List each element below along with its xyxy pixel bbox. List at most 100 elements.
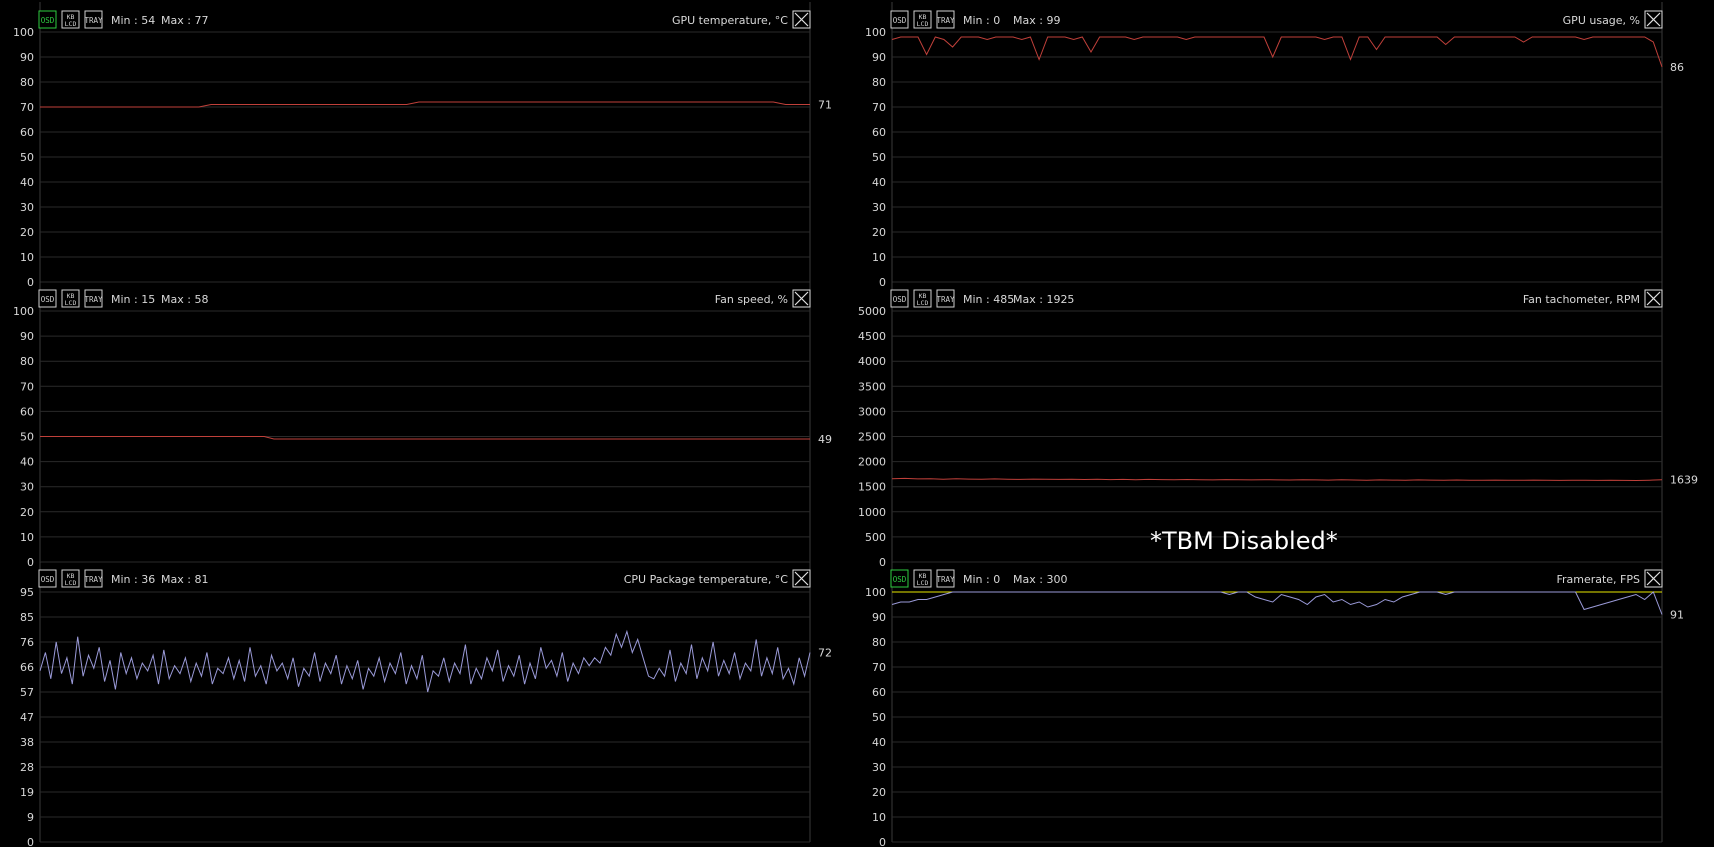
y-tick-label: 5000	[858, 305, 886, 318]
osd-button[interactable]: OSD	[38, 569, 57, 588]
y-tick-label: 28	[20, 761, 34, 774]
y-tick-label: 20	[20, 226, 34, 239]
y-tick-label: 80	[20, 76, 34, 89]
lcd-button-label-bottom: LCD	[65, 20, 77, 28]
y-tick-label: 80	[20, 355, 34, 368]
tray-button[interactable]: TRAY	[936, 569, 955, 588]
y-tick-label: 80	[872, 636, 886, 649]
hardware-monitor-graphs: 1009080706050403020100OSD KBLCD TRAY Min : …	[13, 2, 1698, 847]
y-tick-label: 10	[872, 251, 886, 264]
graph-title: Fan tachometer, RPM	[1523, 293, 1640, 306]
y-tick-label: 90	[872, 51, 886, 64]
y-tick-label: 40	[872, 736, 886, 749]
close-graph-button[interactable]	[792, 569, 811, 588]
close-graph-button[interactable]	[1644, 289, 1663, 308]
max-label: Max : 77	[161, 14, 208, 27]
max-label: Max : 300	[1013, 573, 1067, 586]
min-label: Min : 0	[963, 573, 1000, 586]
lcd-button[interactable]: KBLCD	[913, 289, 932, 308]
close-graph-button[interactable]	[792, 10, 811, 29]
y-tick-label: 0	[879, 276, 886, 289]
lcd-button-label-bottom: LCD	[917, 20, 929, 28]
y-tick-label: 100	[865, 586, 886, 599]
tray-button[interactable]: TRAY	[936, 10, 955, 29]
min-label: Min : 15	[111, 293, 155, 306]
tray-button-label: TRAY	[84, 575, 103, 584]
tray-button[interactable]: TRAY	[936, 289, 955, 308]
max-label: Max : 81	[161, 573, 208, 586]
tray-button[interactable]: TRAY	[84, 10, 103, 29]
y-tick-label: 4000	[858, 355, 886, 368]
osd-button[interactable]: OSD	[38, 289, 57, 308]
lcd-button[interactable]: KBLCD	[913, 10, 932, 29]
tray-button-label: TRAY	[936, 575, 955, 584]
y-tick-label: 70	[872, 101, 886, 114]
graph-framerate: 1009080706050403020100OSD KBLCD TRAY Min : …	[865, 562, 1684, 847]
y-tick-label: 70	[872, 661, 886, 674]
graph-title: Fan speed, %	[715, 293, 788, 306]
current-value-label: 49	[818, 433, 832, 446]
graph-fan-tachometer: 5000450040003500300025002000150010005000…	[858, 281, 1698, 569]
osd-button-label: OSD	[41, 295, 55, 304]
lcd-button[interactable]: KBLCD	[61, 289, 80, 308]
y-tick-label: 70	[20, 380, 34, 393]
graph-fan-speed: 1009080706050403020100OSD KBLCD TRAY Min : …	[13, 281, 832, 569]
y-tick-label: 38	[20, 736, 34, 749]
y-tick-label: 85	[20, 611, 34, 624]
osd-button-label: OSD	[41, 575, 55, 584]
y-tick-label: 90	[20, 51, 34, 64]
y-tick-label: 0	[27, 556, 34, 569]
tray-button[interactable]: TRAY	[84, 569, 103, 588]
graph-title: CPU Package temperature, °C	[624, 573, 789, 586]
y-tick-label: 4500	[858, 330, 886, 343]
close-graph-button[interactable]	[792, 289, 811, 308]
y-tick-label: 90	[872, 611, 886, 624]
lcd-button[interactable]: KBLCD	[61, 10, 80, 29]
max-label: Max : 58	[161, 293, 208, 306]
graph-title: GPU usage, %	[1563, 14, 1640, 27]
y-tick-label: 40	[872, 176, 886, 189]
osd-button[interactable]: OSD	[890, 289, 909, 308]
osd-button-label: OSD	[893, 16, 907, 25]
current-value-label: 71	[818, 99, 832, 112]
osd-button[interactable]: OSD	[38, 10, 57, 29]
tray-button-label: TRAY	[84, 16, 103, 25]
y-tick-label: 70	[20, 101, 34, 114]
y-tick-label: 40	[20, 176, 34, 189]
current-value-label: 72	[818, 647, 832, 660]
y-tick-label: 50	[872, 151, 886, 164]
current-value-label: 1639	[1670, 474, 1698, 487]
y-tick-label: 50	[20, 431, 34, 444]
lcd-button-label-bottom: LCD	[917, 299, 929, 307]
y-tick-label: 100	[13, 305, 34, 318]
y-tick-label: 95	[20, 586, 34, 599]
y-tick-label: 3500	[858, 380, 886, 393]
y-tick-label: 66	[20, 661, 34, 674]
lcd-button-label-bottom: LCD	[65, 579, 77, 587]
lcd-button-label-bottom: LCD	[917, 579, 929, 587]
graph-title: Framerate, FPS	[1556, 573, 1640, 586]
close-graph-button[interactable]	[1644, 569, 1663, 588]
osd-button[interactable]: OSD	[890, 569, 909, 588]
graph-gpu-temperature: 1009080706050403020100OSD KBLCD TRAY Min : …	[13, 2, 832, 289]
series-line-blue	[891, 591, 1663, 615]
y-tick-label: 0	[879, 836, 886, 847]
tray-button[interactable]: TRAY	[84, 289, 103, 308]
lcd-button[interactable]: KBLCD	[61, 569, 80, 588]
y-tick-label: 3000	[858, 405, 886, 418]
series-line-red	[891, 36, 1663, 68]
y-tick-label: 20	[872, 786, 886, 799]
y-tick-label: 2000	[858, 456, 886, 469]
tray-button-label: TRAY	[936, 16, 955, 25]
y-tick-label: 30	[872, 201, 886, 214]
osd-button[interactable]: OSD	[890, 10, 909, 29]
tbm-disabled-note: *TBM Disabled*	[1150, 527, 1338, 555]
max-label: Max : 1925	[1013, 293, 1074, 306]
y-tick-label: 76	[20, 636, 34, 649]
close-graph-button[interactable]	[1644, 10, 1663, 29]
y-tick-label: 0	[27, 836, 34, 847]
lcd-button[interactable]: KBLCD	[913, 569, 932, 588]
y-tick-label: 30	[20, 201, 34, 214]
y-tick-label: 20	[20, 506, 34, 519]
y-tick-label: 19	[20, 786, 34, 799]
